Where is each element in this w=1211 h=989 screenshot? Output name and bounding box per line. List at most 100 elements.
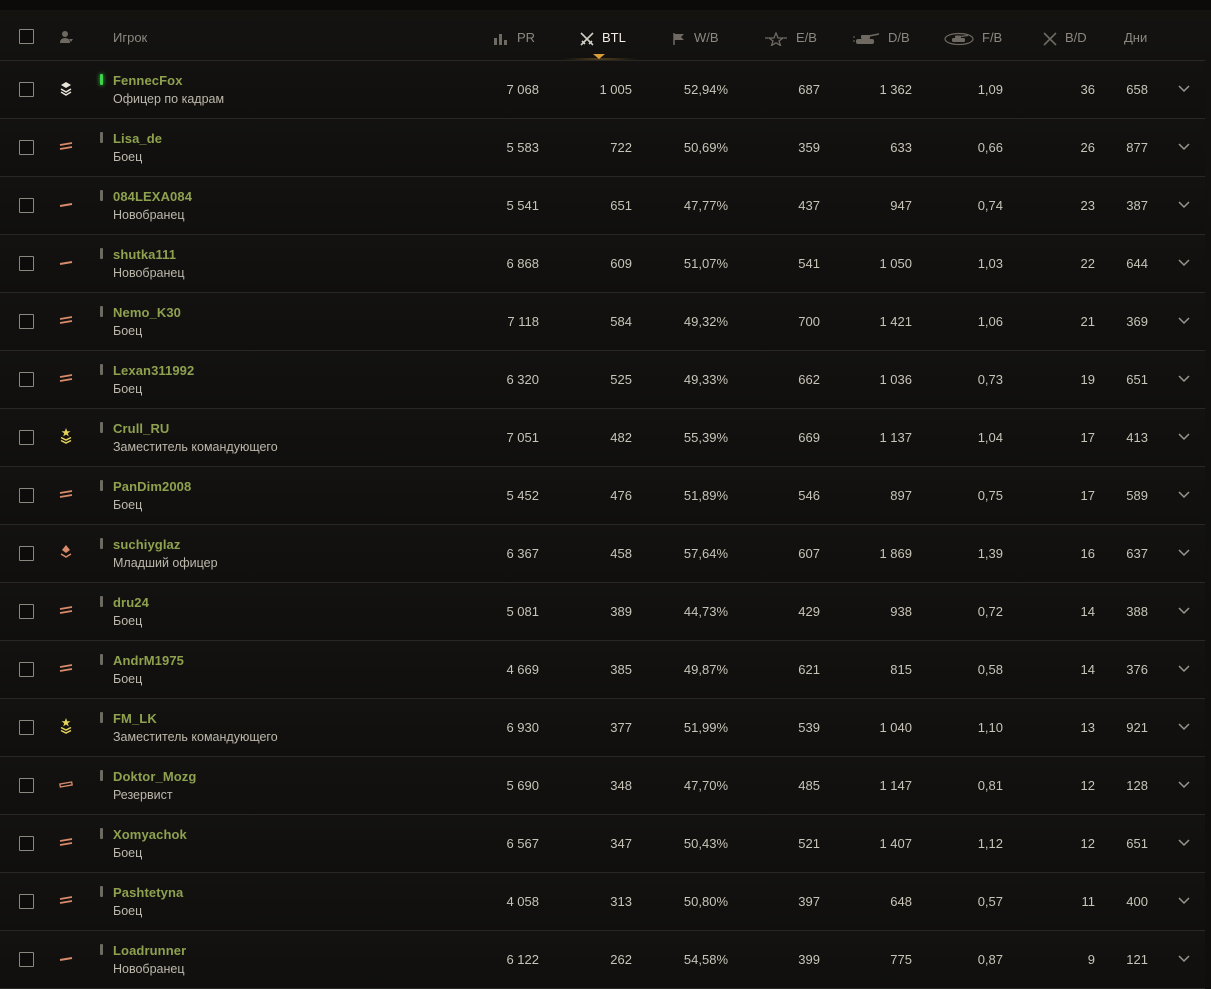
player-name-link[interactable]: suchiyglaz <box>113 537 180 552</box>
row-checkbox[interactable] <box>19 488 34 503</box>
row-checkbox[interactable] <box>19 836 34 851</box>
table-row[interactable]: Doktor_Mozg Резервист 5 690 348 47,70% 485 1 1… <box>0 757 1205 815</box>
player-name-link[interactable]: AndrM1975 <box>113 653 184 668</box>
cell-pr: 5 081 <box>506 604 539 619</box>
player-name-link[interactable]: dru24 <box>113 595 149 610</box>
private-rank-icon <box>57 659 75 677</box>
row-checkbox[interactable] <box>19 720 34 735</box>
header-db[interactable]: D/B <box>852 10 910 60</box>
cell-pr: 5 452 <box>506 488 539 503</box>
player-name-link[interactable]: PanDim2008 <box>113 479 191 494</box>
row-checkbox[interactable] <box>19 140 34 155</box>
chevron-down-icon[interactable] <box>1177 313 1191 327</box>
cell-pr: 6 868 <box>506 256 539 271</box>
cell-wb: 50,80% <box>683 894 728 909</box>
offline-status-icon <box>100 886 103 897</box>
chevron-down-icon[interactable] <box>1177 777 1191 791</box>
table-row[interactable]: Nemo_K30 Боец 7 118 584 49,32% 700 1 421 1,06 21… <box>0 293 1205 351</box>
player-role: Новобранец <box>113 266 185 280</box>
chevron-down-icon[interactable] <box>1177 835 1191 849</box>
cell-bd: 14 <box>1080 662 1095 677</box>
select-all-checkbox[interactable] <box>19 29 34 44</box>
chevron-down-icon[interactable] <box>1177 81 1191 95</box>
row-checkbox[interactable] <box>19 372 34 387</box>
row-checkbox[interactable] <box>19 604 34 619</box>
header-wb[interactable]: W/B <box>672 10 719 60</box>
chevron-down-icon[interactable] <box>1177 545 1191 559</box>
table-row[interactable]: Xomyachok Боец 6 567 347 50,43% 521 1 407 1,12 1… <box>0 815 1205 873</box>
cell-eb: 662 <box>798 372 820 387</box>
chevron-down-icon[interactable] <box>1177 719 1191 733</box>
player-role: Боец <box>113 150 143 164</box>
header-eb[interactable]: E/B <box>764 10 817 60</box>
cell-eb: 359 <box>798 140 820 155</box>
player-name-link[interactable]: Doktor_Mozg <box>113 769 196 784</box>
chevron-down-icon[interactable] <box>1177 255 1191 269</box>
header-pr[interactable]: PR <box>493 10 535 60</box>
table-row[interactable]: Pashtetyna Боец 4 058 313 50,80% 397 648 0,57 11… <box>0 873 1205 931</box>
player-name-link[interactable]: FM_LK <box>113 711 157 726</box>
player-name-link[interactable]: Xomyachok <box>113 827 187 842</box>
player-name-link[interactable]: shutka111 <box>113 247 176 262</box>
row-checkbox[interactable] <box>19 430 34 445</box>
player-name-link[interactable]: Lisa_de <box>113 131 162 146</box>
chevron-down-icon[interactable] <box>1177 139 1191 153</box>
chevron-down-icon[interactable] <box>1177 487 1191 501</box>
cell-eb: 607 <box>798 546 820 561</box>
cell-days: 589 <box>1126 488 1148 503</box>
table-row[interactable]: dru24 Боец 5 081 389 44,73% 429 938 0,72 14 388 <box>0 583 1205 641</box>
row-checkbox[interactable] <box>19 314 34 329</box>
header-role-sort[interactable] <box>58 10 74 60</box>
table-row[interactable]: Lisa_de Боец 5 583 722 50,69% 359 633 0,66 26 877 <box>0 119 1205 177</box>
table-row[interactable]: shutka111 Новобранец 6 868 609 51,07% 541 1 05… <box>0 235 1205 293</box>
damage-tank-icon <box>853 32 880 44</box>
table-row[interactable]: FM_LK Заместитель командующего 6 930 377 51,… <box>0 699 1205 757</box>
table-row[interactable]: suchiyglaz Младший офицер 6 367 458 57,64% 60… <box>0 525 1205 583</box>
row-checkbox[interactable] <box>19 952 34 967</box>
cell-days: 376 <box>1126 662 1148 677</box>
chevron-down-icon[interactable] <box>1177 197 1191 211</box>
player-name-link[interactable]: Lexan311992 <box>113 363 194 378</box>
row-checkbox[interactable] <box>19 256 34 271</box>
player-name-link[interactable]: FennecFox <box>113 73 183 88</box>
row-checkbox[interactable] <box>19 894 34 909</box>
chevron-down-icon[interactable] <box>1177 371 1191 385</box>
chevron-down-icon[interactable] <box>1177 893 1191 907</box>
row-checkbox[interactable] <box>19 198 34 213</box>
player-name-link[interactable]: Nemo_K30 <box>113 305 181 320</box>
chevron-down-icon[interactable] <box>1177 661 1191 675</box>
chevron-down-icon[interactable] <box>1177 429 1191 443</box>
header-bd[interactable]: B/D <box>1043 10 1087 60</box>
table-row[interactable]: FennecFox Офицер по кадрам 7 068 1 005 52,94… <box>0 61 1205 119</box>
header-fb[interactable]: F/B <box>944 10 1002 60</box>
row-checkbox[interactable] <box>19 546 34 561</box>
cell-wb: 49,32% <box>683 314 728 329</box>
header-wb-label: W/B <box>694 30 719 45</box>
cell-days: 121 <box>1126 952 1148 967</box>
player-name-link[interactable]: Loadrunner <box>113 943 186 958</box>
header-days[interactable]: Дни <box>1124 10 1147 60</box>
table-row[interactable]: AndrM1975 Боец 4 669 385 49,87% 621 815 0,58 14 3… <box>0 641 1205 699</box>
row-checkbox[interactable] <box>19 662 34 677</box>
cell-days: 388 <box>1126 604 1148 619</box>
cell-btl: 1 005 <box>599 82 632 97</box>
table-row[interactable]: PanDim2008 Боец 5 452 476 51,89% 546 897 0,75 17… <box>0 467 1205 525</box>
player-name-link[interactable]: Crull_RU <box>113 421 169 436</box>
table-row[interactable]: 084LEXA084 Новобранец 5 541 651 47,77% 437 947… <box>0 177 1205 235</box>
row-checkbox[interactable] <box>19 778 34 793</box>
table-row[interactable]: Loadrunner Новобранец 6 122 262 54,58% 399 775… <box>0 931 1205 989</box>
player-name-link[interactable]: Pashtetyna <box>113 885 183 900</box>
header-btl[interactable]: BTL <box>580 10 626 60</box>
table-row[interactable]: Crull_RU Заместитель командующего 7 051 482… <box>0 409 1205 467</box>
cell-bd: 26 <box>1080 140 1095 155</box>
offline-status-icon <box>100 132 103 143</box>
cell-bd: 17 <box>1080 430 1095 445</box>
chevron-down-icon[interactable] <box>1177 951 1191 965</box>
row-checkbox[interactable] <box>19 82 34 97</box>
table-row[interactable]: Lexan311992 Боец 6 320 525 49,33% 662 1 036 0,7… <box>0 351 1205 409</box>
header-player[interactable]: Игрок <box>113 10 147 60</box>
cell-btl: 584 <box>610 314 632 329</box>
player-name-link[interactable]: 084LEXA084 <box>113 189 192 204</box>
cell-pr: 5 690 <box>506 778 539 793</box>
chevron-down-icon[interactable] <box>1177 603 1191 617</box>
